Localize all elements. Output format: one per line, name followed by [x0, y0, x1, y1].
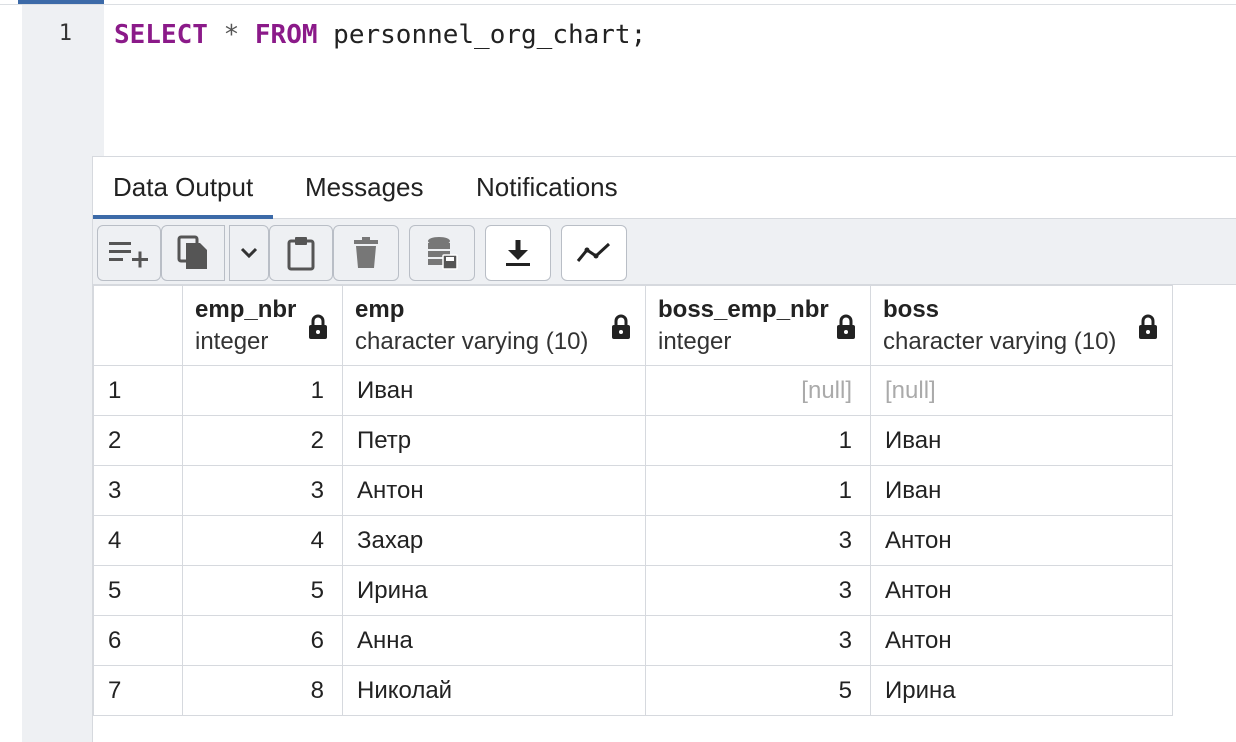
column-header-emp[interactable]: emp character varying (10) [342, 285, 646, 366]
row-number[interactable]: 4 [93, 515, 183, 566]
line-number: 1 [58, 21, 72, 46]
cell-boss-emp-nbr[interactable]: [null] [645, 365, 871, 416]
cell-emp[interactable]: Антон [342, 465, 646, 516]
cell-boss-emp-nbr[interactable]: 3 [645, 515, 871, 566]
row-number[interactable]: 3 [93, 465, 183, 516]
tab-notifications[interactable]: Notifications [456, 157, 638, 219]
cell-boss-emp-nbr[interactable]: 3 [645, 615, 871, 666]
cell-emp-nbr[interactable]: 1 [182, 365, 343, 416]
row-number[interactable]: 2 [93, 415, 183, 466]
table-row[interactable]: 4 4 Захар 3 Антон [93, 515, 1173, 566]
cell-emp-nbr[interactable]: 4 [182, 515, 343, 566]
column-name: boss_emp_nbr [658, 295, 829, 323]
editor-tab-strip [0, 0, 1236, 5]
tab-messages[interactable]: Messages [285, 157, 444, 219]
active-editor-indicator [18, 0, 104, 4]
row-number[interactable]: 1 [93, 365, 183, 416]
cell-emp[interactable]: Николай [342, 665, 646, 716]
grid-header-row: emp_nbr integer emp character varying (1… [93, 285, 1173, 366]
row-number[interactable]: 5 [93, 565, 183, 616]
row-number[interactable]: 7 [93, 665, 183, 716]
sql-keyword-from: FROM [254, 20, 318, 50]
output-tabs: Data Output Messages Notifications [93, 157, 1236, 219]
cell-emp[interactable]: Ирина [342, 565, 646, 616]
delete-icon [354, 237, 378, 268]
delete-button[interactable] [333, 225, 399, 281]
table-row[interactable]: 3 3 Антон 1 Иван [93, 465, 1173, 516]
save-data-icon [428, 237, 458, 270]
download-icon [506, 240, 530, 266]
column-type: character varying (10) [355, 327, 589, 355]
table-row[interactable]: 6 6 Анна 3 Антон [93, 615, 1173, 666]
cell-emp[interactable]: Захар [342, 515, 646, 566]
chevron-down-icon [240, 247, 258, 259]
table-row[interactable]: 1 1 Иван [null] [null] [93, 365, 1173, 416]
column-type: character varying (10) [883, 327, 1117, 355]
column-header-emp-nbr[interactable]: emp_nbr integer [182, 285, 343, 366]
table-row[interactable]: 2 2 Петр 1 Иван [93, 415, 1173, 466]
table-row[interactable]: 5 5 Ирина 3 Антон [93, 565, 1173, 616]
lock-icon [309, 314, 327, 339]
cell-emp[interactable]: Иван [342, 365, 646, 416]
copy-icon [177, 235, 207, 269]
cell-boss-emp-nbr[interactable]: 5 [645, 665, 871, 716]
column-name: boss [883, 295, 940, 323]
cell-boss[interactable]: Антон [870, 615, 1173, 666]
table-row[interactable]: 7 8 Николай 5 Ирина [93, 665, 1173, 716]
copy-button[interactable] [161, 225, 225, 281]
cell-boss[interactable]: Иван [870, 465, 1173, 516]
save-data-button[interactable] [409, 225, 475, 281]
cell-boss[interactable]: Антон [870, 515, 1173, 566]
download-button[interactable] [485, 225, 551, 281]
lock-icon [1139, 314, 1157, 339]
cell-boss[interactable]: Ирина [870, 665, 1173, 716]
paste-icon [287, 237, 315, 271]
cell-boss-emp-nbr[interactable]: 3 [645, 565, 871, 616]
column-name: emp [355, 295, 405, 323]
sql-keyword-select: SELECT [114, 20, 208, 50]
row-number-header[interactable] [93, 285, 183, 366]
cell-emp-nbr[interactable]: 2 [182, 415, 343, 466]
paste-button[interactable] [269, 225, 333, 281]
tab-data-output[interactable]: Data Output [93, 157, 274, 219]
cell-emp[interactable]: Анна [342, 615, 646, 666]
lock-icon [612, 314, 630, 339]
column-header-boss[interactable]: boss character varying (10) [870, 285, 1173, 366]
result-grid: emp_nbr integer emp character varying (1… [93, 285, 1173, 716]
cell-boss[interactable]: Антон [870, 565, 1173, 616]
cell-emp[interactable]: Петр [342, 415, 646, 466]
sql-table-name: personnel_org_chart; [333, 20, 647, 50]
sql-star: * [223, 20, 240, 50]
column-header-boss-emp-nbr[interactable]: boss_emp_nbr integer [645, 285, 871, 366]
lock-icon [837, 314, 855, 339]
add-row-button[interactable] [97, 225, 161, 281]
cell-boss[interactable]: [null] [870, 365, 1173, 416]
sql-editor-line[interactable]: SELECT * FROM personnel_org_chart; [114, 17, 646, 53]
cell-boss[interactable]: Иван [870, 415, 1173, 466]
graph-icon [576, 242, 611, 262]
cell-emp-nbr[interactable]: 8 [182, 665, 343, 716]
graph-visualiser-button[interactable] [561, 225, 627, 281]
column-type: integer [658, 327, 732, 355]
cell-emp-nbr[interactable]: 3 [182, 465, 343, 516]
add-row-icon [109, 242, 148, 268]
cell-boss-emp-nbr[interactable]: 1 [645, 465, 871, 516]
copy-options-dropdown[interactable] [229, 225, 269, 281]
output-panel: Data Output Messages Notifications emp_n… [92, 156, 1236, 742]
cell-boss-emp-nbr[interactable]: 1 [645, 415, 871, 466]
data-output-toolbar [93, 219, 1236, 285]
row-number[interactable]: 6 [93, 615, 183, 666]
cell-emp-nbr[interactable]: 5 [182, 565, 343, 616]
cell-emp-nbr[interactable]: 6 [182, 615, 343, 666]
